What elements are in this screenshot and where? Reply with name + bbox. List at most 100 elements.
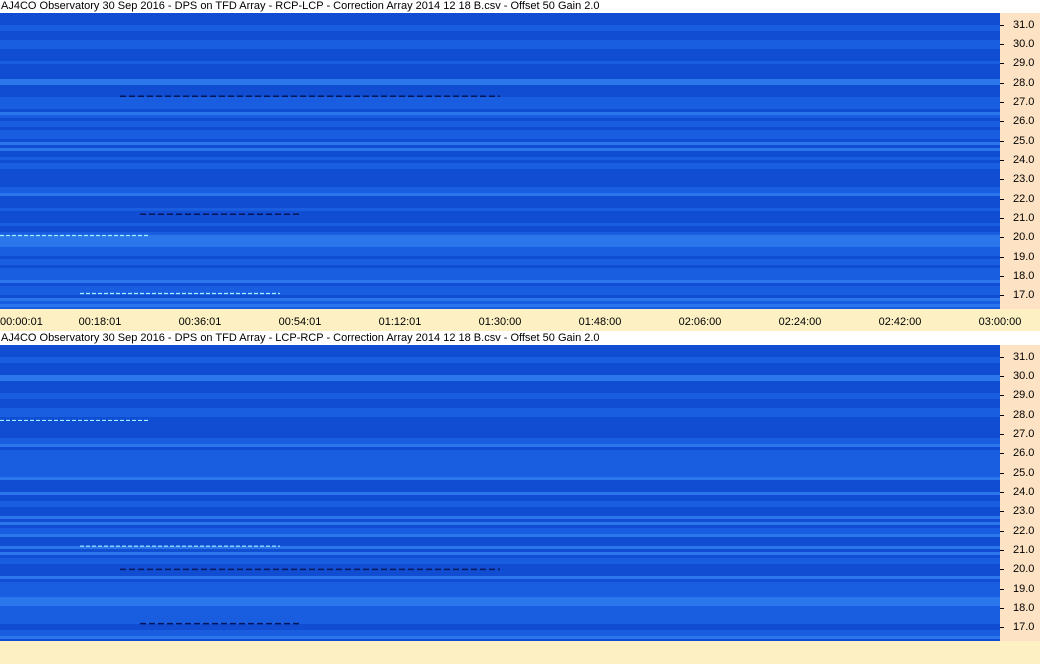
spectrogram-band — [0, 492, 1000, 495]
spectrogram-band — [0, 375, 1000, 378]
freq-tick-label: 18.0 — [1013, 602, 1035, 615]
freq-tick-mark — [1000, 395, 1004, 397]
spectrogram-band — [0, 199, 1000, 202]
spectrogram-band — [0, 298, 1000, 301]
spectrogram-band — [0, 235, 1000, 238]
freq-tick-label: 27.0 — [1013, 427, 1035, 440]
spectrogram-band — [0, 534, 1000, 537]
freq-tick-label: 27.0 — [1013, 95, 1035, 108]
spectrogram-band — [0, 579, 1000, 582]
spectrogram-band — [0, 429, 1000, 432]
freq-tick-mark — [1000, 24, 1004, 26]
freq-tick-label: 25.0 — [1013, 134, 1035, 147]
freq-tick-label: 21.0 — [1013, 212, 1035, 225]
spectrogram-band — [0, 28, 1000, 31]
spectrogram-band — [0, 145, 1000, 148]
spectrogram-band — [0, 477, 1000, 480]
spectrogram-band — [0, 591, 1000, 594]
spectrogram-band — [0, 37, 1000, 40]
spectrogram-band — [0, 627, 1000, 630]
spectrogram-band — [0, 289, 1000, 292]
spectrogram-band — [0, 456, 1000, 459]
spectrogram-band — [0, 79, 1000, 82]
freq-tick-mark — [1000, 276, 1004, 278]
freq-tick-mark — [1000, 63, 1004, 65]
freq-tick-label: 30.0 — [1013, 37, 1035, 50]
freq-tick-mark — [1000, 160, 1004, 162]
spectrogram-band — [0, 100, 1000, 103]
freq-tick-label: 19.0 — [1013, 250, 1035, 263]
spectrogram-band — [0, 438, 1000, 441]
freq-tick-label: 17.0 — [1013, 289, 1035, 302]
spectrogram-band — [0, 564, 1000, 567]
spectrogram-band — [0, 498, 1000, 501]
spectrogram-band — [0, 357, 1000, 360]
spectrogram-band — [0, 531, 1000, 534]
spectrogram-band — [0, 582, 1000, 585]
spectrogram-band — [0, 588, 1000, 591]
freq-tick-mark — [1000, 433, 1004, 435]
spectrogram-band — [0, 624, 1000, 627]
spectrogram-band — [0, 474, 1000, 477]
spectrogram-band — [0, 612, 1000, 615]
time-tick-label: 02:42:00 — [878, 316, 922, 328]
panel-1-title: AJ4CO Observatory 30 Sep 2016 - DPS on T… — [0, 0, 1040, 13]
spectrogram-band — [0, 435, 1000, 438]
spectrogram-band — [0, 250, 1000, 253]
spectrogram-band — [0, 351, 1000, 354]
freq-tick-label: 24.0 — [1013, 154, 1035, 167]
freq-tick-mark — [1000, 356, 1004, 358]
freq-tick-mark — [1000, 375, 1004, 377]
spectrogram-band — [0, 175, 1000, 178]
spectrogram-band — [0, 157, 1000, 160]
spectrogram-band — [0, 253, 1000, 256]
spectrogram-band — [0, 115, 1000, 118]
spectrogram-band — [0, 268, 1000, 271]
spectrogram-band — [0, 423, 1000, 426]
spectrogram-band — [0, 540, 1000, 543]
spectrogram-band — [0, 609, 1000, 612]
freq-tick-label: 31.0 — [1013, 350, 1035, 363]
spectrogram-band — [0, 124, 1000, 127]
spectrogram-band — [0, 426, 1000, 429]
freq-tick-label: 29.0 — [1013, 389, 1035, 402]
spectrogram-band — [0, 304, 1000, 307]
time-axis: 00:00:01 00:18:01 00:36:01 00:54:01 01:12:01… — [0, 309, 1040, 331]
spectrogram-band — [0, 543, 1000, 546]
spectrogram-band — [0, 432, 1000, 435]
freq-tick-label: 28.0 — [1013, 76, 1035, 89]
bottom-time-strip — [0, 641, 1040, 664]
spectrogram-lcp-rcp — [0, 345, 1000, 641]
spectrogram-band — [0, 40, 1000, 43]
spectrogram-band — [0, 85, 1000, 88]
spectrogram-band — [0, 112, 1000, 115]
spectrogram-band — [0, 360, 1000, 363]
spectrogram-band — [0, 528, 1000, 531]
freq-tick-label: 29.0 — [1013, 57, 1035, 70]
spectrogram-band — [0, 283, 1000, 286]
spectrogram-band — [0, 301, 1000, 304]
spectrogram-band — [0, 450, 1000, 453]
freq-tick-label: 22.0 — [1013, 524, 1035, 537]
freq-tick-mark — [1000, 511, 1004, 513]
spectrogram-band — [0, 91, 1000, 94]
freq-tick-mark — [1000, 550, 1004, 552]
spectrogram-band — [0, 630, 1000, 633]
spectrogram-band — [0, 594, 1000, 597]
spectrogram-band — [0, 181, 1000, 184]
spectrogram-band — [0, 61, 1000, 64]
spectrogram-band — [0, 202, 1000, 205]
spectrogram-band — [0, 187, 1000, 190]
spectrogram-band — [0, 280, 1000, 283]
spectrogram-band — [0, 465, 1000, 468]
spectrogram-band — [0, 244, 1000, 247]
spectrogram-band — [0, 381, 1000, 384]
freq-tick-label: 31.0 — [1013, 18, 1035, 31]
freq-tick-mark — [1000, 43, 1004, 45]
spectrogram-band — [0, 16, 1000, 19]
freq-tick-mark — [1000, 627, 1004, 629]
freq-tick-label: 19.0 — [1013, 582, 1035, 595]
freq-tick-label: 22.0 — [1013, 192, 1035, 205]
spectrogram-band — [0, 369, 1000, 372]
spectrogram-band — [0, 348, 1000, 351]
